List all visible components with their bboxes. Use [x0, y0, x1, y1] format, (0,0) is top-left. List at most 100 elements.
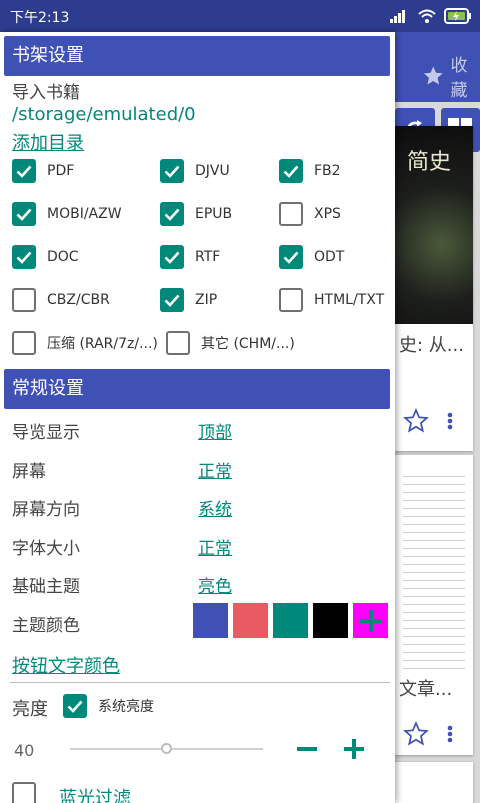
- book-cover-title: 简史: [407, 150, 452, 175]
- format-checkbox[interactable]: PDF: [12, 159, 74, 183]
- checkbox-checked: [160, 202, 184, 226]
- format-checkbox[interactable]: RTF: [160, 245, 220, 269]
- book-title: 文章...: [399, 679, 453, 700]
- add-directory-link[interactable]: 添加目录: [12, 129, 84, 155]
- star-outline-icon[interactable]: [403, 408, 429, 434]
- checkbox-unchecked: [166, 331, 190, 355]
- brightness-decrease-button[interactable]: [293, 735, 321, 763]
- orientation-value[interactable]: 系统: [198, 495, 232, 520]
- theme-color-swatch-red[interactable]: [233, 603, 268, 638]
- check-icon: [283, 251, 299, 264]
- brightness-slider-thumb[interactable]: [160, 743, 172, 754]
- minus-icon: [297, 747, 317, 751]
- checkbox-unchecked: [12, 782, 36, 803]
- check-icon: [164, 251, 180, 264]
- checkbox-checked: [160, 288, 184, 312]
- base-theme-value[interactable]: 亮色: [198, 572, 232, 597]
- checkbox-checked: [160, 245, 184, 269]
- check-icon: [283, 165, 299, 178]
- font-size-label: 字体大小: [12, 539, 80, 559]
- battery-icon: [444, 8, 471, 24]
- more-vert-icon[interactable]: [447, 412, 453, 430]
- checkbox-checked: [160, 159, 184, 183]
- favorites-label: 收藏: [450, 56, 468, 101]
- format-label: 其它 (CHM/...): [201, 336, 295, 352]
- check-icon: [67, 700, 83, 713]
- checkbox-unchecked: [279, 202, 303, 226]
- book-card[interactable]: [395, 762, 473, 803]
- format-label: RTF: [195, 249, 221, 265]
- format-checkbox[interactable]: 压缩 (RAR/7z/...): [12, 331, 158, 355]
- general-settings-header: 常规设置: [4, 369, 390, 409]
- favorites-tab[interactable]: 收藏: [422, 51, 480, 101]
- status-time: 下午2:13: [10, 10, 70, 26]
- checkbox-checked: [279, 245, 303, 269]
- check-icon: [164, 208, 180, 221]
- book-cover: 简史: [395, 126, 473, 324]
- wifi-icon: [418, 9, 436, 23]
- brightness-increase-button[interactable]: [340, 735, 368, 763]
- book-card[interactable]: 简史 史: 从...: [395, 126, 473, 451]
- brightness-label: 亮度: [12, 699, 48, 720]
- format-label: ZIP: [195, 292, 218, 308]
- format-checkbox[interactable]: HTML/TXT: [279, 288, 384, 312]
- import-path[interactable]: /storage/emulated/0: [12, 104, 196, 125]
- check-icon: [164, 165, 180, 178]
- star-outline-icon[interactable]: [403, 721, 429, 747]
- checkbox-checked: [12, 202, 36, 226]
- format-label: FB2: [314, 163, 341, 179]
- signal-icon: [390, 10, 405, 23]
- checkbox-checked: [12, 159, 36, 183]
- settings-drawer: 书架设置 导入书籍 /storage/emulated/0 添加目录 常规设置 …: [0, 32, 395, 803]
- format-label: EPUB: [195, 206, 233, 222]
- checkbox-checked: [279, 159, 303, 183]
- plus-icon: [344, 739, 364, 759]
- format-label: XPS: [314, 206, 341, 222]
- button-text-color-link[interactable]: 按钮文字颜色: [12, 652, 120, 678]
- theme-color-swatch-blue[interactable]: [193, 603, 228, 638]
- book-cover: [403, 469, 465, 669]
- format-checkbox[interactable]: MOBI/AZW: [12, 202, 122, 226]
- nav-display-label: 导览显示: [12, 423, 80, 443]
- divider: [10, 682, 390, 683]
- theme-color-swatch-black[interactable]: [313, 603, 348, 638]
- add-color-button[interactable]: [353, 603, 388, 638]
- format-label: PDF: [47, 163, 75, 179]
- checkbox-unchecked: [12, 331, 36, 355]
- format-checkbox[interactable]: ODT: [279, 245, 344, 269]
- format-label: 压缩 (RAR/7z/...): [47, 336, 158, 352]
- book-title: 史: 从...: [399, 335, 464, 356]
- check-icon: [16, 251, 32, 264]
- nav-display-value[interactable]: 顶部: [198, 418, 232, 443]
- format-label: ODT: [314, 249, 345, 265]
- format-label: CBZ/CBR: [47, 292, 110, 308]
- format-checkbox[interactable]: FB2: [279, 159, 341, 183]
- format-label: MOBI/AZW: [47, 206, 122, 222]
- theme-color-swatch-teal[interactable]: [273, 603, 308, 638]
- brightness-value: 40: [14, 741, 35, 760]
- more-vert-icon[interactable]: [447, 725, 453, 743]
- font-size-value[interactable]: 正常: [198, 534, 232, 559]
- format-checkbox[interactable]: DOC: [12, 245, 79, 269]
- blue-light-filter-link[interactable]: 蓝光过滤: [59, 784, 131, 803]
- book-card[interactable]: 文章...: [395, 455, 473, 755]
- theme-color-label: 主题颜色: [12, 616, 80, 636]
- check-icon: [16, 208, 32, 221]
- format-checkbox[interactable]: CBZ/CBR: [12, 288, 110, 312]
- check-icon: [164, 294, 180, 307]
- format-checkbox[interactable]: 其它 (CHM/...): [166, 331, 295, 355]
- format-label: DJVU: [195, 163, 230, 179]
- screen-value[interactable]: 正常: [198, 457, 232, 482]
- checkbox-checked: [63, 694, 87, 718]
- blue-light-filter-checkbox[interactable]: [12, 782, 36, 803]
- import-books-label: 导入书籍: [12, 83, 80, 103]
- format-checkbox[interactable]: DJVU: [160, 159, 230, 183]
- check-icon: [16, 165, 32, 178]
- plus-icon: [359, 609, 382, 632]
- system-brightness-checkbox[interactable]: 系统亮度: [63, 694, 154, 718]
- format-checkbox[interactable]: EPUB: [160, 202, 232, 226]
- format-checkbox[interactable]: XPS: [279, 202, 341, 226]
- screen-label: 屏幕: [12, 462, 46, 482]
- format-checkbox[interactable]: ZIP: [160, 288, 217, 312]
- checkbox-unchecked: [12, 288, 36, 312]
